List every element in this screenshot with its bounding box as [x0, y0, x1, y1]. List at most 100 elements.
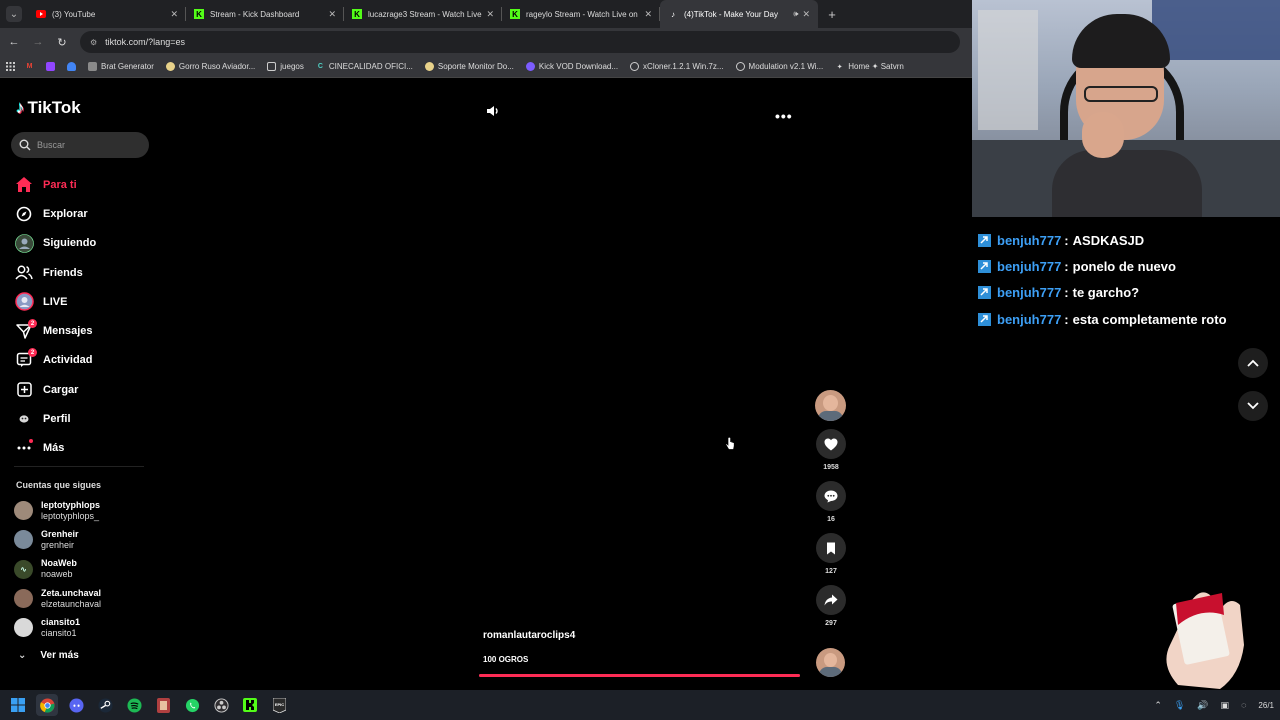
nav-item-cargar[interactable]: Cargar [14, 375, 154, 404]
windows-start-icon[interactable] [7, 694, 29, 716]
nav-item-friends[interactable]: Friends [14, 258, 154, 287]
url-field[interactable]: ⚙ tiktok.com/?lang=es [80, 31, 960, 53]
avatar [14, 501, 33, 521]
drive-icon[interactable] [67, 62, 80, 71]
share-action[interactable]: 297 [812, 585, 850, 629]
tab-bar: ⌄ (3) YouTube ✕ K Stream - Kick Dashboar… [0, 0, 972, 28]
apps-icon[interactable] [6, 62, 15, 71]
tiktok-logo[interactable]: ♪ TikTok [16, 98, 81, 118]
chat-username[interactable]: benjuh777 [997, 312, 1061, 327]
twitch-icon[interactable] [46, 62, 59, 71]
kick-icon: K [352, 9, 362, 19]
tab-search-icon[interactable]: ⌄ [6, 6, 22, 22]
epic-games-icon[interactable]: EPIC [268, 694, 290, 716]
music-disc-avatar[interactable] [816, 648, 845, 677]
bookmark-brat[interactable]: Brat Generator [88, 62, 154, 71]
new-tab-button[interactable]: + [822, 7, 842, 22]
chat-username[interactable]: benjuh777 [997, 285, 1061, 300]
following-account[interactable]: Grenheir grenheir [14, 525, 154, 554]
comment-icon[interactable] [816, 481, 846, 511]
app-icon[interactable] [152, 694, 174, 716]
display-icon[interactable]: ▣ [1221, 700, 1230, 711]
discord-icon[interactable] [65, 694, 87, 716]
comment-action[interactable]: 16 [812, 481, 850, 525]
video-progress-bar[interactable] [479, 674, 800, 677]
following-account[interactable]: leptotyphlops leptotyphlops_ [14, 496, 154, 525]
volume-icon[interactable] [486, 104, 500, 122]
spotify-icon[interactable] [123, 694, 145, 716]
whatsapp-icon[interactable] [181, 694, 203, 716]
bookmark-soporte[interactable]: Soporte Monitor Do... [424, 62, 514, 71]
bookmark-satvrn[interactable]: ✦ Home ✦ Satvrn [835, 62, 904, 71]
forward-button[interactable]: → [28, 32, 48, 52]
nav-item-live[interactable]: LIVE [14, 287, 154, 316]
following-account[interactable]: Zeta.unchaval elzetaunchaval [14, 584, 154, 613]
tab-title: rageylo Stream - Watch Live on [526, 9, 638, 19]
microphone-icon[interactable]: 🎙 [1174, 700, 1185, 711]
following-account[interactable]: ciansito1 ciansito1 [14, 613, 154, 642]
tab-lucazrage3[interactable]: K lucazrage3 Stream - Watch Live ✕ [344, 0, 502, 28]
more-icon [14, 438, 34, 458]
save-count: 127 [825, 568, 837, 575]
nav-label: Más [43, 442, 65, 455]
steam-icon[interactable] [94, 694, 116, 716]
chat-username[interactable]: benjuh777 [997, 233, 1061, 248]
bookmark-label: CINECALIDAD OFICI... [328, 62, 413, 71]
chrome-icon[interactable] [36, 694, 58, 716]
nav-item-para-ti[interactable]: Para ti [14, 170, 154, 199]
search-input[interactable] [37, 140, 137, 150]
bookmark-modulation[interactable]: Modulation v2.1 Wi... [735, 62, 823, 71]
gmail-icon[interactable]: M [25, 62, 38, 71]
tiktok-page: ♪ TikTok Para ti [0, 78, 972, 690]
bookmark-icon[interactable] [816, 533, 846, 563]
creator-avatar[interactable] [815, 390, 846, 421]
volume-icon[interactable]: 🔊 [1197, 700, 1208, 711]
reload-button[interactable]: ↻ [52, 32, 72, 52]
network-icon[interactable]: ◌ [1241, 700, 1246, 710]
nav-label: Friends [43, 266, 83, 279]
bookmark-xcloner[interactable]: xCloner.1.2.1 Win.7z... [630, 62, 724, 71]
next-video-button[interactable] [1238, 391, 1268, 421]
previous-video-button[interactable] [1238, 348, 1268, 378]
close-icon[interactable]: ✕ [486, 9, 494, 20]
mouse-cursor-icon [725, 436, 735, 456]
nav-item-perfil[interactable]: Perfil [14, 404, 154, 433]
account-handle: elzetaunchaval [41, 598, 102, 609]
close-icon[interactable]: ✕ [802, 9, 810, 20]
share-icon[interactable] [816, 585, 846, 615]
speaker-icon[interactable]: 🕪 [793, 9, 798, 19]
bookmark-gorro[interactable]: Gorro Ruso Aviador... [165, 62, 255, 71]
video-more-icon[interactable]: ••• [775, 108, 793, 124]
nav-item-explorar[interactable]: Explorar [14, 199, 154, 228]
following-account[interactable]: ∿ NoaWeb noaweb [14, 555, 154, 584]
site-info-icon[interactable]: ⚙ [90, 38, 97, 47]
bookmark-label: Home ✦ Satvrn [848, 62, 904, 71]
back-button[interactable]: ← [4, 32, 24, 52]
chat-username[interactable]: benjuh777 [997, 259, 1061, 274]
search-box[interactable] [11, 132, 149, 158]
tab-youtube[interactable]: (3) YouTube ✕ [28, 0, 186, 28]
tab-kick-dashboard[interactable]: K Stream - Kick Dashboard ✕ [186, 0, 344, 28]
nav-item-mensajes[interactable]: 2 Mensajes [14, 316, 154, 345]
video-author[interactable]: romanlautaroclips4 [483, 630, 575, 641]
tab-tiktok[interactable]: ♪ (4)TikTok - Make Your Day 🕪 ✕ [660, 0, 818, 28]
tab-rageylo[interactable]: K rageylo Stream - Watch Live on ✕ [502, 0, 660, 28]
close-icon[interactable]: ✕ [328, 9, 336, 20]
close-icon[interactable]: ✕ [644, 9, 652, 20]
heart-icon[interactable] [816, 429, 846, 459]
bookmark-cinecalidad[interactable]: C CINECALIDAD OFICI... [316, 62, 413, 71]
like-action[interactable]: 1958 [812, 429, 850, 473]
see-more-button[interactable]: ⌄ Ver más [18, 650, 79, 661]
bookmark-kick-vod[interactable]: Kick VOD Download... [525, 62, 618, 71]
close-icon[interactable]: ✕ [170, 9, 178, 20]
activity-icon: 2 [14, 348, 37, 370]
kick-icon[interactable] [239, 694, 261, 716]
obs-icon[interactable] [210, 694, 232, 716]
chevron-up-icon[interactable]: ⌃ [1154, 700, 1162, 711]
nav-item-siguiendo[interactable]: Siguiendo [14, 229, 154, 258]
nav-item-mas[interactable]: Más [14, 434, 154, 463]
bookmark-juegos[interactable]: juegos [267, 62, 304, 71]
nav-item-actividad[interactable]: 2 Actividad [14, 346, 154, 375]
save-action[interactable]: 127 [812, 533, 850, 577]
video-player[interactable]: ••• romanlautaroclips4 100 OGROS [470, 96, 810, 677]
